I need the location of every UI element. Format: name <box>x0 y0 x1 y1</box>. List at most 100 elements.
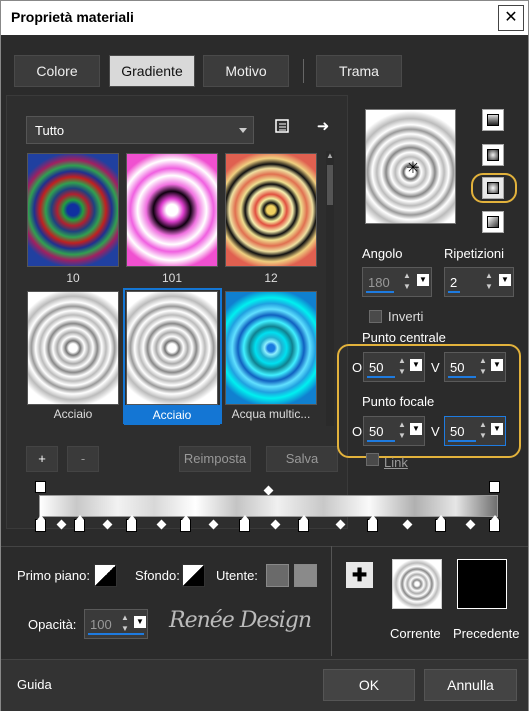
spin-arrows-icon[interactable]: ▲ ▼ <box>396 419 408 443</box>
current-label: Corrente <box>390 626 441 641</box>
gradient-thumb-label: Acciaio <box>53 407 93 421</box>
rectangular-style-button[interactable] <box>482 144 504 166</box>
remove-gradient-button[interactable]: - <box>67 446 99 472</box>
current-swatch[interactable] <box>392 559 442 609</box>
dropdown-arrow-icon[interactable]: ▼ <box>410 359 422 371</box>
focal-h-value: 50 <box>369 424 384 439</box>
color-stop[interactable] <box>74 515 85 532</box>
watermark-logo: Renée Design <box>169 608 312 633</box>
dropdown-arrow-icon[interactable]: ▼ <box>134 616 146 628</box>
gradient-thumb-label: Acqua multic... <box>231 407 311 421</box>
value-bar <box>448 291 460 293</box>
save-button[interactable]: Salva <box>266 446 338 472</box>
value-bar <box>367 376 395 378</box>
color-stop[interactable] <box>35 515 46 532</box>
dropdown-arrow-icon[interactable]: ▼ <box>491 423 503 435</box>
link-checkbox[interactable] <box>366 453 379 466</box>
color-stop[interactable] <box>298 515 309 532</box>
angle-value: 180 <box>368 275 390 290</box>
opacity-value: 100 <box>90 617 112 632</box>
dropdown-arrow-icon[interactable]: ▼ <box>491 359 503 371</box>
foreground-swatch[interactable] <box>94 564 117 587</box>
color-stop[interactable] <box>126 515 137 532</box>
color-stop[interactable] <box>239 515 250 532</box>
tab-colore[interactable]: Colore <box>14 55 100 87</box>
color-settings-area <box>1 546 528 656</box>
add-to-swatches-button[interactable]: ✚ <box>346 562 373 588</box>
color-stop[interactable] <box>367 515 378 532</box>
material-properties-dialog: Proprietà materiali ✕ Colore Gradiente M… <box>0 0 529 711</box>
radial-style-highlight <box>471 173 517 203</box>
focal-h-stepper[interactable]: 50 ▲ ▼ ▼ <box>363 416 425 446</box>
focal-h-label: O <box>352 424 363 439</box>
close-button[interactable]: ✕ <box>498 5 524 31</box>
center-h-stepper[interactable]: 50 ▲ ▼ ▼ <box>363 352 425 382</box>
value-bar <box>448 440 476 442</box>
tab-gradiente[interactable]: Gradiente <box>109 55 195 87</box>
opacity-label: Opacità: <box>28 617 77 632</box>
repeats-label: Ripetizioni <box>444 246 504 261</box>
cancel-button[interactable]: Annulla <box>424 669 517 701</box>
user-swatch-2[interactable] <box>294 564 317 587</box>
spin-arrows-icon[interactable]: ▲ ▼ <box>477 355 489 379</box>
color-stop[interactable] <box>489 515 500 532</box>
gradient-editor-bar[interactable] <box>39 495 498 517</box>
invert-checkbox[interactable] <box>369 310 382 323</box>
title-bar: Proprietà materiali ✕ <box>1 1 528 35</box>
center-v-value: 50 <box>450 360 465 375</box>
repeats-stepper[interactable]: 2 ▲ ▼ ▼ <box>444 267 514 297</box>
gradient-thumb-101[interactable] <box>124 151 220 267</box>
transparency-stop-end[interactable] <box>489 481 500 493</box>
reset-button[interactable]: Reimposta <box>179 446 251 472</box>
category-select[interactable]: Tutto <box>26 116 254 144</box>
sunburst-style-button[interactable] <box>482 211 504 233</box>
user-swatch-1[interactable] <box>266 564 289 587</box>
ok-button[interactable]: OK <box>323 669 415 701</box>
add-gradient-button[interactable]: + <box>26 446 58 472</box>
category-selected-value: Tutto <box>35 123 65 138</box>
color-stop[interactable] <box>435 515 446 532</box>
midpoint-marker[interactable] <box>402 519 413 530</box>
center-point-crosshair-icon[interactable]: ✳ <box>405 161 421 177</box>
previous-swatch[interactable] <box>457 559 507 609</box>
dropdown-arrow-icon[interactable]: ▼ <box>410 423 422 435</box>
dropdown-arrow-icon[interactable]: ▼ <box>417 274 429 286</box>
gradient-thumb-acciaio-selected[interactable] <box>124 289 220 405</box>
spin-arrows-icon[interactable]: ▲ ▼ <box>483 270 495 294</box>
linear-style-button[interactable] <box>482 109 504 131</box>
gradient-thumb-12[interactable] <box>223 151 319 267</box>
opacity-stepper[interactable]: 100 ▲ ▼ ▼ <box>84 609 148 639</box>
window-title: Proprietà materiali <box>11 9 134 25</box>
divider <box>331 546 332 656</box>
dropdown-arrow-icon[interactable]: ▼ <box>499 274 511 286</box>
spin-arrows-icon[interactable]: ▲ ▼ <box>401 270 413 294</box>
center-v-stepper[interactable]: 50 ▲ ▼ ▼ <box>444 352 506 382</box>
spin-arrows-icon[interactable]: ▲ ▼ <box>477 419 489 443</box>
focal-v-label: V <box>431 424 440 439</box>
help-link[interactable]: Guida <box>17 677 52 692</box>
spin-arrows-icon[interactable]: ▲ ▼ <box>396 355 408 379</box>
background-swatch[interactable] <box>182 564 205 587</box>
value-bar <box>88 633 144 635</box>
color-stop[interactable] <box>180 515 191 532</box>
arrow-right-icon[interactable]: ➜ <box>312 116 334 138</box>
scrollbar-thumb[interactable] <box>327 165 333 205</box>
focal-v-stepper[interactable]: 50 ▲ ▼ ▼ <box>444 416 506 446</box>
scroll-up-icon[interactable]: ▲ <box>326 151 334 161</box>
transparency-stop-start[interactable] <box>35 481 46 493</box>
center-point-label: Punto centrale <box>362 330 446 345</box>
focal-v-value: 50 <box>450 424 465 439</box>
value-bar <box>366 291 394 293</box>
tab-motivo[interactable]: Motivo <box>203 55 289 87</box>
link-label: Link <box>384 455 408 470</box>
invert-label: Inverti <box>388 309 424 324</box>
library-menu-icon[interactable] <box>272 118 294 140</box>
gradient-thumb-acqua[interactable] <box>223 289 319 405</box>
background-label: Sfondo: <box>135 568 180 583</box>
gradient-thumb-acciaio[interactable] <box>25 289 121 405</box>
midpoint-marker[interactable] <box>465 519 476 530</box>
gradient-thumb-10[interactable] <box>25 151 121 267</box>
angle-stepper[interactable]: 180 ▲ ▼ ▼ <box>362 267 432 297</box>
tab-trama[interactable]: Trama <box>316 55 402 87</box>
thumbnails-scrollbar[interactable]: ▲ <box>326 151 334 426</box>
